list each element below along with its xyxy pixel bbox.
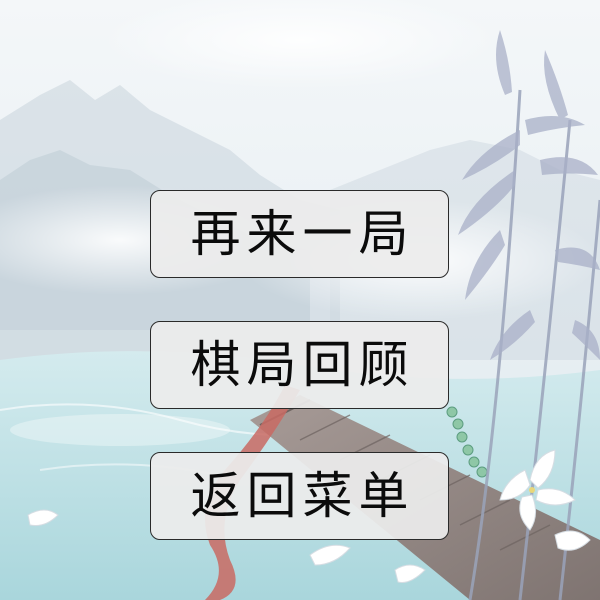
review-game-button[interactable]: 棋局回顾 xyxy=(150,321,449,409)
play-again-label: 再来一局 xyxy=(190,205,415,263)
back-to-menu-label: 返回菜单 xyxy=(190,467,415,525)
back-to-menu-button[interactable]: 返回菜单 xyxy=(150,452,449,540)
game-over-menu: 再来一局 棋局回顾 返回菜单 xyxy=(150,190,451,540)
play-again-button[interactable]: 再来一局 xyxy=(150,190,449,278)
review-game-label: 棋局回顾 xyxy=(190,336,415,394)
